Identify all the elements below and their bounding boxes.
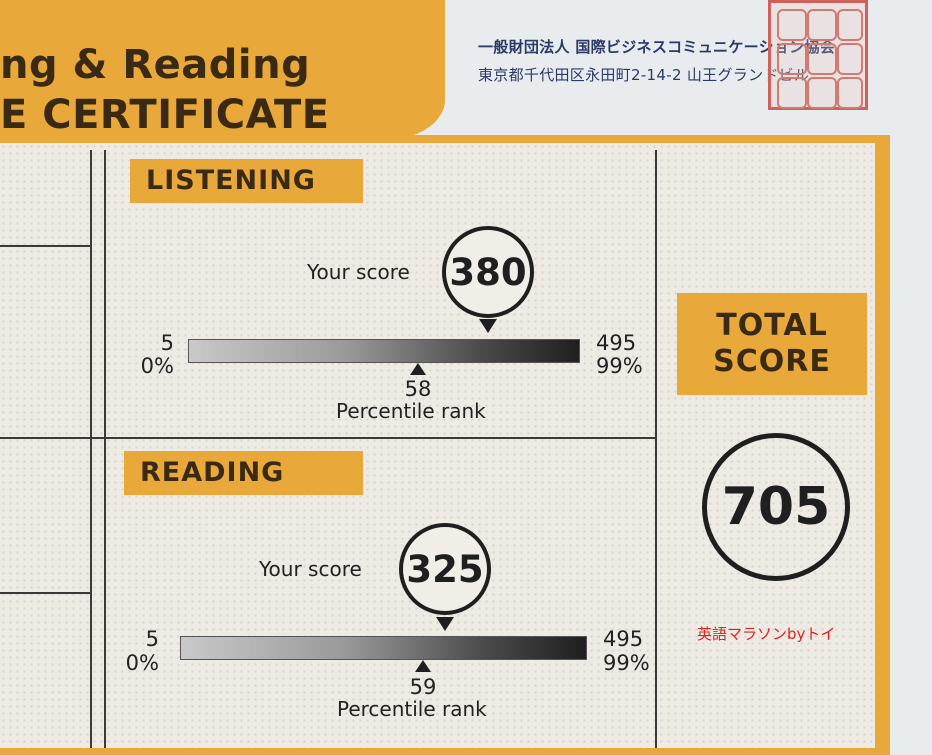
certificate-title-line1: ng & Reading bbox=[0, 42, 311, 88]
listening-percentile-marker bbox=[410, 363, 426, 375]
issuer-address: 東京都千代田区永田町2-14-2 山王グランドビル bbox=[478, 66, 810, 84]
watermark-text: 英語マラソンbyトイ bbox=[697, 625, 836, 643]
reading-label: READING bbox=[124, 451, 363, 495]
listening-max-percent: 99% bbox=[596, 354, 643, 378]
reading-score-pointer bbox=[436, 617, 454, 631]
reading-score-bubble: 325 bbox=[399, 523, 491, 615]
listening-max-score: 495 bbox=[596, 331, 637, 355]
listening-min-percent: 0% bbox=[140, 354, 174, 378]
total-score-label-line1: TOTAL bbox=[716, 308, 828, 343]
panel-section-divider bbox=[0, 437, 657, 439]
reading-max-score: 495 bbox=[603, 627, 644, 651]
listening-score-pointer bbox=[479, 319, 497, 333]
reading-min-score: 5 bbox=[145, 627, 159, 651]
certificate-title-line2: E CERTIFICATE bbox=[0, 92, 330, 138]
listening-percentile-value: 58 bbox=[404, 377, 432, 401]
reading-score-scale-bar bbox=[180, 636, 587, 660]
panel-divider-left-1 bbox=[90, 150, 92, 748]
total-score-label: TOTAL SCORE bbox=[677, 293, 867, 395]
reading-max-percent: 99% bbox=[603, 651, 650, 675]
listening-score-bubble: 380 bbox=[442, 226, 534, 318]
official-seal-stamp bbox=[768, 0, 868, 110]
listening-score-scale-bar bbox=[188, 339, 580, 363]
total-score-label-line2: SCORE bbox=[713, 344, 831, 379]
listening-min-score: 5 bbox=[160, 331, 174, 355]
reading-percentile-value: 59 bbox=[409, 675, 437, 699]
listening-label: LISTENING bbox=[130, 159, 363, 203]
reading-min-percent: 0% bbox=[125, 651, 159, 675]
reading-percentile-marker bbox=[415, 660, 431, 672]
total-score-bubble: 705 bbox=[702, 433, 850, 581]
listening-percentile-label: Percentile rank bbox=[336, 399, 486, 423]
reading-percentile-label: Percentile rank bbox=[337, 697, 487, 721]
panel-row-line-left-top bbox=[0, 245, 92, 247]
reading-your-score-label: Your score bbox=[259, 557, 362, 581]
panel-row-line-left-bottom bbox=[0, 592, 92, 594]
listening-your-score-label: Your score bbox=[307, 260, 410, 284]
panel-divider-right bbox=[655, 150, 657, 748]
